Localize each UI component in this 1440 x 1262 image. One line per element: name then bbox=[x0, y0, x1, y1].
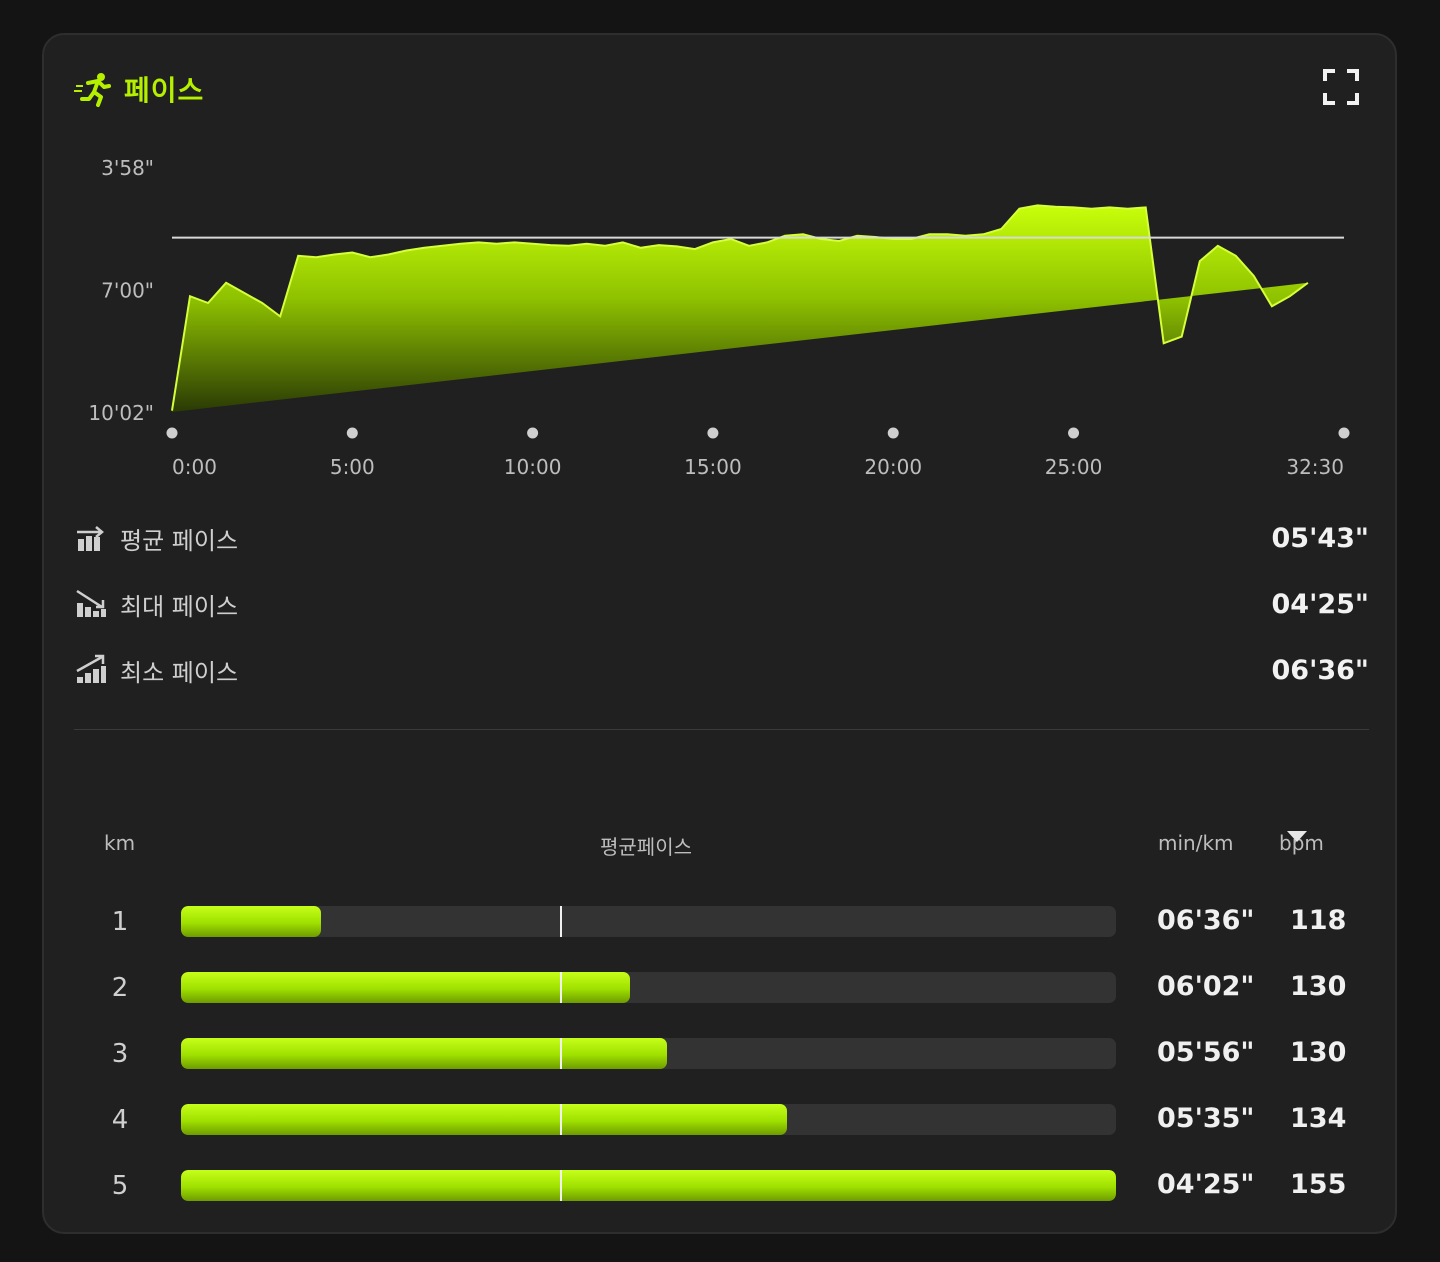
x-tick-dot bbox=[527, 427, 539, 439]
stat-value: 06'36" bbox=[1271, 654, 1369, 686]
pace-bar-fill bbox=[181, 1104, 787, 1135]
pace-chart: 3'58" 7'00" 10'02" 0:00 5:00 10:00 15:00 20:00 2… bbox=[88, 156, 1350, 479]
caret-down-icon bbox=[1287, 831, 1307, 842]
pace-bar-fill bbox=[181, 972, 630, 1003]
split-row: 5 04'25" 155 bbox=[44, 1167, 1395, 1207]
split-bpm: 134 bbox=[1290, 1103, 1347, 1134]
pace-card: 페이스 3'58" 7'00" 10'02" 0:00 5:00 10:00 15:00 20… bbox=[42, 33, 1397, 1234]
split-bpm: 130 bbox=[1290, 971, 1347, 1002]
min-pace-icon bbox=[76, 654, 106, 683]
pace-bar-fill bbox=[181, 906, 322, 937]
y-tick-label: 3'58" bbox=[101, 156, 154, 180]
stat-max-pace: 최대 페이스 04'25" bbox=[74, 571, 1369, 637]
x-tick-dot bbox=[1338, 427, 1350, 439]
max-pace-icon bbox=[76, 589, 106, 617]
stat-min-pace: 최소 페이스 06'36" bbox=[74, 637, 1369, 703]
split-pace: 04'25" bbox=[1157, 1169, 1255, 1200]
average-pace-marker bbox=[559, 1104, 562, 1135]
x-tick-label: 15:00 bbox=[684, 455, 742, 479]
x-tick-label: 0:00 bbox=[172, 455, 217, 479]
x-tick-dot bbox=[166, 427, 178, 439]
split-row: 1 06'36" 118 bbox=[44, 903, 1395, 943]
x-tick-label: 5:00 bbox=[330, 455, 375, 479]
stat-value: 05'43" bbox=[1271, 522, 1369, 554]
section-divider bbox=[74, 729, 1369, 730]
pace-bar-track bbox=[181, 1170, 1116, 1201]
split-km: 5 bbox=[111, 1171, 129, 1201]
y-tick-label: 7'00" bbox=[101, 279, 154, 303]
pace-unit-header: min/km bbox=[1158, 831, 1234, 855]
split-row: 2 06'02" 130 bbox=[44, 969, 1395, 1009]
x-tick-label: 25:00 bbox=[1045, 455, 1103, 479]
x-tick-label: 32:30 bbox=[1286, 455, 1344, 479]
x-tick-dot bbox=[346, 427, 358, 439]
split-bpm: 155 bbox=[1290, 1169, 1347, 1200]
split-bpm: 118 bbox=[1290, 905, 1347, 936]
x-tick-label: 20:00 bbox=[864, 455, 922, 479]
splits-header: km 평균페이스 min/km bpm bbox=[44, 831, 1395, 861]
stat-label: 최대 페이스 bbox=[120, 592, 239, 621]
stat-value: 04'25" bbox=[1271, 588, 1369, 620]
pace-bar-fill bbox=[181, 1170, 1116, 1201]
split-pace: 06'02" bbox=[1157, 971, 1255, 1002]
pace-bar-track bbox=[181, 972, 1116, 1003]
average-pace-marker bbox=[559, 972, 562, 1003]
pace-bar-track bbox=[181, 1104, 1116, 1135]
stat-label: 평균 페이스 bbox=[120, 526, 239, 555]
average-pace-marker bbox=[559, 906, 562, 937]
avg-pace-header: 평균페이스 bbox=[600, 835, 692, 859]
split-km: 2 bbox=[111, 973, 129, 1003]
split-bpm: 130 bbox=[1290, 1037, 1347, 1068]
x-tick-label: 10:00 bbox=[504, 455, 562, 479]
pace-bar-track bbox=[181, 906, 1116, 937]
split-row: 4 05'35" 134 bbox=[44, 1101, 1395, 1141]
km-header: km bbox=[104, 831, 136, 855]
split-km: 3 bbox=[111, 1039, 129, 1069]
pace-bar-track bbox=[181, 1038, 1116, 1069]
split-km: 4 bbox=[111, 1105, 129, 1135]
average-pace-icon bbox=[77, 526, 104, 551]
split-km: 1 bbox=[111, 907, 129, 937]
stat-average-pace: 평균 페이스 05'43" bbox=[74, 505, 1369, 571]
stat-label: 최소 페이스 bbox=[120, 658, 239, 687]
split-pace: 05'35" bbox=[1157, 1103, 1255, 1134]
average-pace-marker bbox=[559, 1038, 562, 1069]
split-row: 3 05'56" 130 bbox=[44, 1035, 1395, 1075]
x-tick-dot bbox=[707, 427, 719, 439]
pace-bar-fill bbox=[181, 1038, 668, 1069]
pace-area bbox=[172, 205, 1308, 412]
split-pace: 05'56" bbox=[1157, 1037, 1255, 1068]
average-pace-marker bbox=[559, 1170, 562, 1201]
x-tick-dot bbox=[887, 427, 899, 439]
x-tick-dot bbox=[1068, 427, 1080, 439]
pace-stats: 평균 페이스 05'43" 최대 페이스 04'25" 최소 페이스 06'36… bbox=[74, 505, 1369, 703]
y-tick-label: 10'02" bbox=[88, 401, 154, 425]
split-pace: 06'36" bbox=[1157, 905, 1255, 936]
